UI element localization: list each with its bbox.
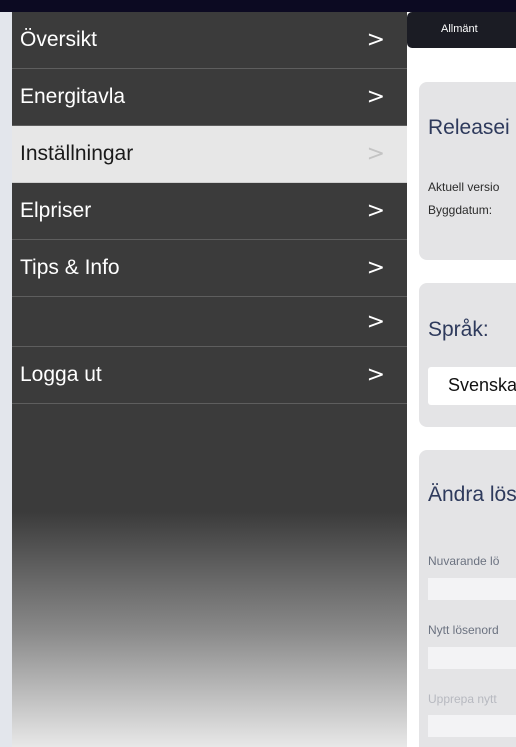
current-password-field[interactable]: [428, 578, 516, 600]
menu-item-installningar[interactable]: Inställningar >: [12, 126, 407, 183]
current-version-label: Aktuell versio: [428, 180, 500, 194]
menu-item-oversikt[interactable]: Översikt >: [12, 12, 407, 69]
language-card: Språk: Svenska: [419, 283, 516, 427]
menu-item-logga-ut[interactable]: Logga ut >: [12, 347, 407, 404]
menu-item-label: Elpriser: [20, 199, 92, 222]
menu-item-label: Tips & Info: [20, 256, 120, 279]
menu-item-label: Energitavla: [20, 85, 126, 108]
current-password-label: Nuvarande lö: [428, 554, 500, 568]
change-password-card: Ändra lös Nuvarande lö Nytt lösenord Upp…: [419, 450, 516, 747]
menu-item-blank[interactable]: >: [12, 297, 407, 347]
chevron-right-icon: >: [366, 255, 385, 281]
release-info-title: Releasei: [428, 116, 510, 139]
side-menu: Översikt > Energitavla > Inställningar >…: [12, 12, 407, 747]
change-password-title: Ändra lös: [428, 483, 516, 506]
chevron-right-icon: >: [366, 362, 385, 388]
tab-allmant[interactable]: Allmänt: [441, 23, 478, 35]
release-info-card: Releasei Aktuell versio Byggdatum:: [419, 82, 516, 260]
language-selected-value: Svenska: [448, 375, 516, 395]
menu-item-elpriser[interactable]: Elpriser >: [12, 183, 407, 240]
new-password-field[interactable]: [428, 647, 516, 669]
left-edge: [0, 12, 12, 747]
menu-item-label: Logga ut: [20, 363, 102, 386]
chevron-right-icon: >: [366, 141, 385, 167]
menu-item-energitavla[interactable]: Energitavla >: [12, 69, 407, 126]
language-title: Språk:: [428, 318, 489, 341]
new-password-label: Nytt lösenord: [428, 623, 499, 637]
repeat-password-label: Upprepa nytt: [428, 692, 497, 706]
language-select[interactable]: Svenska: [428, 367, 516, 405]
chevron-right-icon: >: [366, 309, 385, 334]
build-date-label: Byggdatum:: [428, 203, 493, 217]
settings-panel: Allmänt Releasei Aktuell versio Byggdatu…: [407, 12, 516, 747]
menu-item-label: Översikt: [20, 28, 98, 51]
chevron-right-icon: >: [366, 198, 385, 224]
menu-item-label: Inställningar: [20, 142, 134, 165]
menu-item-tips-info[interactable]: Tips & Info >: [12, 240, 407, 297]
repeat-password-field[interactable]: [428, 715, 516, 737]
chevron-right-icon: >: [366, 27, 385, 53]
status-bar: [0, 0, 516, 12]
tab-bar: Allmänt: [407, 12, 516, 48]
chevron-right-icon: >: [366, 84, 385, 110]
